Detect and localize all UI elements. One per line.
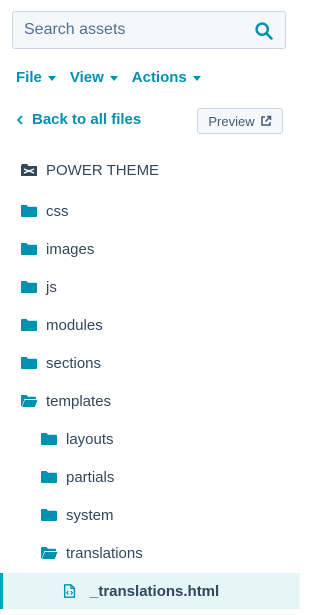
search-icon[interactable] [254, 21, 274, 41]
folder-open-icon [21, 395, 38, 407]
caret-down-icon [47, 76, 56, 81]
caret-down-icon [109, 76, 118, 81]
tree-item-templates[interactable]: templates [0, 384, 300, 418]
tree-item-label: templates [46, 392, 112, 410]
preview-button[interactable]: Preview [197, 108, 283, 134]
tree-item-system[interactable]: system [0, 498, 300, 532]
external-link-icon [260, 115, 271, 126]
view-menu[interactable]: View [70, 69, 118, 86]
back-to-all-files-link[interactable]: Back to all files [16, 111, 141, 128]
folder-icon [21, 243, 37, 255]
tree-item-translations[interactable]: translations [0, 536, 300, 570]
folder-icon [41, 471, 57, 483]
tree-item-label: partials [66, 468, 115, 486]
tree-item-partials[interactable]: partials [0, 460, 300, 494]
tree-item-js[interactable]: js [0, 270, 300, 304]
tree-item-label: POWER THEME [46, 161, 160, 179]
caret-down-icon [192, 76, 201, 81]
tree-item-images[interactable]: images [0, 232, 300, 266]
tree-item-label: js [46, 278, 57, 296]
code-file-icon [63, 584, 76, 598]
file-menu[interactable]: File [16, 69, 56, 86]
folder-icon [41, 509, 57, 521]
tree-item-power-theme[interactable]: POWER THEME [0, 153, 300, 187]
tree-item-layouts[interactable]: layouts [0, 422, 300, 456]
tree-item-css[interactable]: css [0, 194, 300, 228]
folder-icon [21, 357, 37, 369]
preview-label: Preview [208, 113, 255, 129]
tree-item-label: images [46, 240, 95, 258]
file-manager-sidebar: File View Actions Back to all files Prev… [0, 0, 300, 615]
view-menu-label: View [69, 69, 104, 86]
tree-item-label: sections [46, 354, 102, 372]
tree-item-translations-html[interactable]: _translations.html [0, 573, 300, 609]
search-box [12, 11, 286, 49]
actions-menu[interactable]: Actions [132, 69, 201, 86]
theme-folder-icon [21, 164, 37, 176]
folder-icon [21, 319, 37, 331]
folder-icon [21, 281, 37, 293]
tree-item-label: layouts [66, 430, 114, 448]
folder-open-icon [41, 547, 58, 559]
tree-item-label: _translations.html [90, 582, 220, 600]
tree-item-label: system [66, 506, 114, 524]
tree-item-label: translations [66, 544, 143, 562]
folder-icon [41, 433, 57, 445]
chevron-left-icon [17, 115, 23, 124]
folder-icon [21, 205, 37, 217]
back-label: Back to all files [32, 111, 142, 128]
tree-item-label: modules [46, 316, 103, 334]
tree-item-label: css [46, 202, 69, 220]
menu-bar: File View Actions [16, 69, 201, 86]
actions-menu-label: Actions [131, 69, 187, 86]
tree-item-sections[interactable]: sections [0, 346, 300, 380]
search-input[interactable] [13, 12, 244, 48]
tree-item-modules[interactable]: modules [0, 308, 300, 342]
file-menu-label: File [16, 69, 42, 86]
